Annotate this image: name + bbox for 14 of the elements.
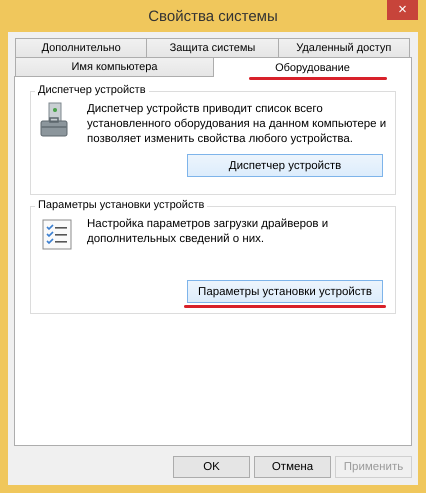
dialog-button[interactable]: Отмена bbox=[254, 456, 331, 478]
window-title: Свойства системы bbox=[148, 8, 278, 24]
description-text: Настройка параметров загрузки драйверов и дополнительных сведений о них. bbox=[87, 217, 330, 247]
tab[interactable]: Дополнительно bbox=[15, 38, 148, 57]
group-title: Параметры установки устройств bbox=[35, 199, 208, 211]
group-title: Диспетчер устройств bbox=[35, 84, 149, 96]
dialog-button[interactable]: OK bbox=[173, 456, 250, 478]
close-button[interactable]: × bbox=[387, 0, 418, 20]
tab[interactable]: Защита системы bbox=[146, 38, 279, 57]
description-text: Диспетчер устройств приводит список всего установленного оборудования на данном компьютере и позволяет изменить свойства любого устройства. bbox=[87, 102, 387, 147]
tab[interactable]: Удаленный доступ bbox=[278, 38, 410, 57]
tab[interactable]: Оборудование bbox=[213, 57, 412, 77]
tab[interactable]: Имя компьютера bbox=[15, 57, 214, 76]
group-button[interactable]: Диспетчер устройств bbox=[187, 154, 383, 177]
